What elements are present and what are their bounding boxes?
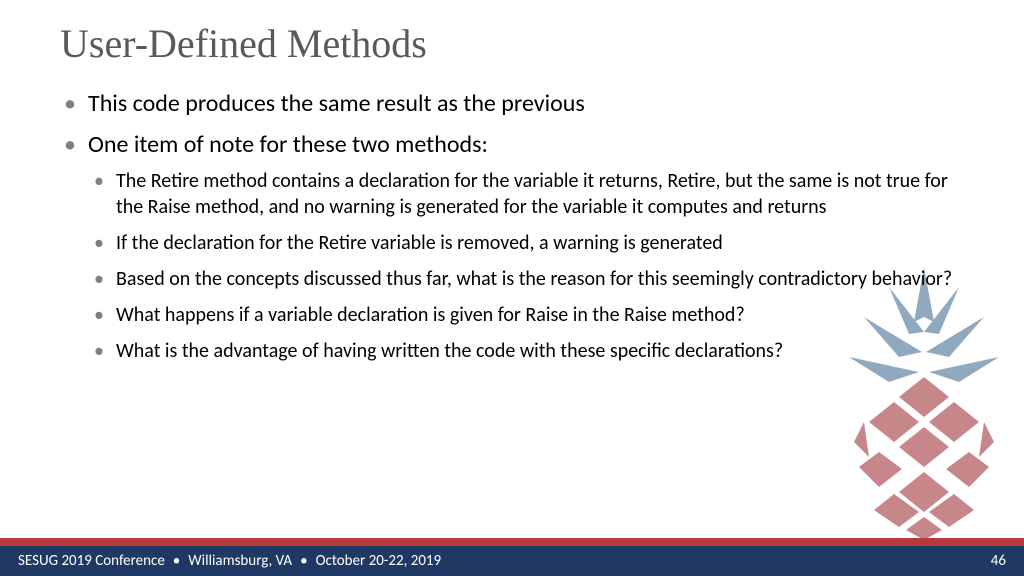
bullet-l2: Based on the concepts discussed thus far… bbox=[88, 266, 964, 292]
bullet-l2: What is the advantage of having written … bbox=[88, 338, 964, 364]
bullet-l1: This code produces the same result as th… bbox=[60, 88, 964, 119]
slide: User-Defined Methods This code produces … bbox=[0, 0, 1024, 576]
footer-bar: SESUG 2019 Conference • Williamsburg, VA… bbox=[0, 546, 1024, 576]
separator-dot: • bbox=[300, 552, 307, 570]
slide-body: This code produces the same result as th… bbox=[60, 88, 964, 374]
bullet-l2: What happens if a variable declaration i… bbox=[88, 302, 964, 328]
footer-accent-stripe bbox=[0, 538, 1024, 546]
bullet-l1: One item of note for these two methods: … bbox=[60, 129, 964, 364]
bullet-l2: The Retire method contains a declaration… bbox=[88, 168, 964, 220]
footer-dates: October 20-22, 2019 bbox=[316, 552, 442, 570]
bullet-l2: If the declaration for the Retire variab… bbox=[88, 230, 964, 256]
separator-dot: • bbox=[173, 552, 180, 570]
slide-title: User-Defined Methods bbox=[60, 20, 427, 67]
footer-info: SESUG 2019 Conference • Williamsburg, VA… bbox=[18, 552, 441, 570]
footer-location: Williamsburg, VA bbox=[188, 552, 292, 570]
footer-conference: SESUG 2019 Conference bbox=[18, 552, 165, 570]
page-number: 46 bbox=[991, 552, 1006, 570]
bullet-l1-text: One item of note for these two methods: bbox=[88, 130, 488, 159]
